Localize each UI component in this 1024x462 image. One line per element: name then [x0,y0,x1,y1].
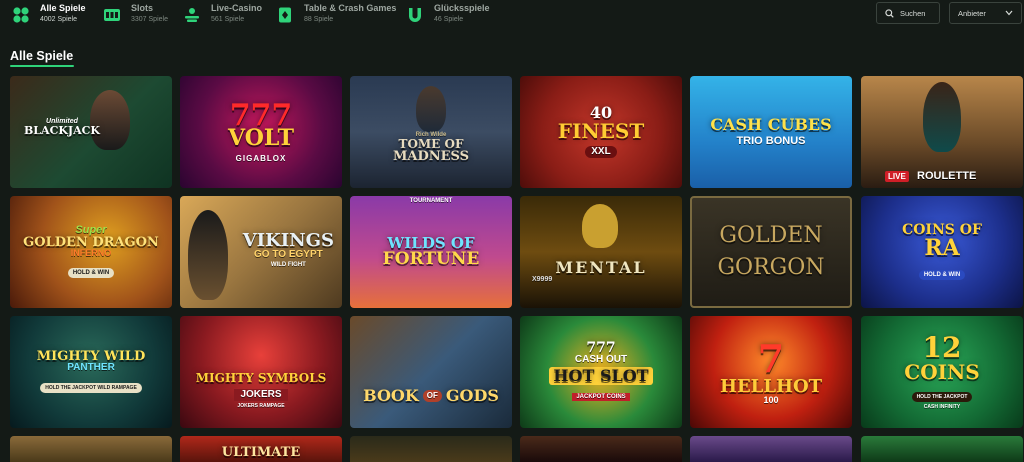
tile-text: WILD FIGHT [270,262,306,268]
nav-label: Slots [131,3,154,13]
game-tile-ultimate[interactable]: ULTIMATE [180,436,342,462]
tile-text: VIKINGS [242,230,334,251]
tile-text: X9999 [532,276,553,283]
tile-text: CASH OUT [574,354,628,365]
slot-machine-icon [103,6,121,24]
tile-text: ULTIMATE [221,444,301,460]
game-tile-live-roulette[interactable]: LIVE ROULETTE [861,76,1023,188]
nav-count: 46 Spiele [434,15,464,23]
tile-text: OF [422,390,442,402]
tile-text: FINEST [557,119,645,143]
horseshoe-icon [406,6,424,24]
nav-count: 3307 Spiele [131,15,168,23]
tile-text: TRIO BONUS [736,135,806,147]
nav-label: Alle Spiele [40,3,86,13]
tile-text: MADNESS [392,149,470,164]
nav-lottery-games[interactable]: Glücksspiele 46 Spiele [406,3,490,24]
game-tile-partial[interactable] [10,436,172,462]
game-tile-12-coins[interactable]: 12 COINS HOLD THE JACKPOT CASH INFINITY [861,316,1023,428]
tile-text: XXL [585,146,617,158]
game-tile-40-finest-xxl[interactable]: 40 FINEST XXL [520,76,682,188]
tile-text: TOURNAMENT [409,198,453,204]
game-tile-unlimited-blackjack[interactable]: Unlimited BLACKJACK [10,76,172,188]
tile-text: GORGON [717,255,825,280]
feature-badge: HOLD THE JACKPOT WILD RAMPAGE [40,383,142,393]
game-tile-book-of-gods[interactable]: BOOK OF GODS [350,316,512,428]
section-title: Alle Spiele [10,49,74,63]
live-badge: LIVE [885,171,909,182]
tile-text: MIGHTY SYMBOLS [195,370,327,385]
tile-text: PANTHER [67,362,115,373]
tile-text: ROULETTE [917,170,977,182]
nav-all-games[interactable]: Alle Spiele 4002 Spiele [12,3,86,24]
search-label: Suchen [900,8,926,18]
tile-text: INFERNO [70,248,112,258]
tile-text: CASH CUBES [710,115,832,134]
character-figure [416,86,446,132]
game-tile-vikings-go-to-egypt[interactable]: VIKINGS GO TO EGYPT WILD FIGHT [180,196,342,308]
dealer-figure [923,82,961,152]
nav-count: 88 Spiele [304,15,334,23]
category-navigation: Alle Spiele 4002 Spiele Slots 3307 Spiel… [0,0,1024,34]
game-tile-coins-of-ra[interactable]: COINS OF RA HOLD & WIN [861,196,1023,308]
tile-text: BOOK [363,386,419,405]
nav-label: Glücksspiele [434,3,490,13]
game-tile-tome-of-madness[interactable]: Rich Wilde TOME OF MADNESS [350,76,512,188]
game-tile-partial[interactable] [861,436,1023,462]
nav-slots[interactable]: Slots 3307 Spiele [103,3,168,24]
game-tile-partial[interactable] [690,436,852,462]
provider-dropdown[interactable]: Anbieter [949,2,1022,24]
provider-label: Anbieter [958,8,986,18]
game-tile-wilds-of-fortune[interactable]: TOURNAMENT WILDS OF FORTUNE [350,196,512,308]
tile-text: 7 [757,335,785,381]
character-figure [188,210,228,300]
game-tile-mighty-symbols-jokers[interactable]: MIGHTY SYMBOLS JOKERS JOKERS RAMPAGE [180,316,342,428]
nav-label: Live-Casino [211,3,263,13]
feature-badge: HOLD THE JACKPOT [911,392,973,402]
game-tile-partial[interactable] [350,436,512,462]
nav-count: 4002 Spiele [40,15,77,23]
nav-count: 561 Spiele [211,15,245,23]
tile-text: CASH INFINITY [923,404,961,410]
tile-text: RA [924,235,960,261]
tile-text: JOKERS RAMPAGE [237,402,285,409]
feature-badge: HOLD & WIN [918,270,966,280]
tile-text: VOLT [228,125,294,151]
game-tile-golden-gorgon[interactable]: GOLDEN GORGON [690,196,852,308]
clover-icon [12,6,30,24]
tile-text: HOT SLOT [549,367,653,385]
search-icon [885,8,894,18]
playing-card-icon [276,6,294,24]
tile-text: JACKPOT COINS [572,393,630,401]
tile-text: GOLDEN [719,223,823,248]
tile-text: MENTAL [555,258,647,277]
nav-live-casino[interactable]: Live-Casino 561 Spiele [183,3,263,24]
tile-text: GIGABLOX [235,154,287,163]
game-tile-777-volt[interactable]: 777 VOLT GIGABLOX [180,76,342,188]
tile-text: HELLHOT [719,375,823,397]
game-tile-cash-cubes[interactable]: CASH CUBES TRIO BONUS [690,76,852,188]
tile-text: GODS [445,386,499,405]
game-tile-mental[interactable]: MENTAL X9999 [520,196,682,308]
nav-label: Table & Crash Games [304,3,397,13]
tile-text: BLACKJACK [24,124,100,137]
game-tile-partial[interactable] [520,436,682,462]
feature-badge: HOLD & WIN [67,268,115,278]
game-tile-777-cash-out-hot-slot[interactable]: 777 CASH OUT HOT SLOT JACKPOT COINS [520,316,682,428]
character-figure [582,204,618,248]
tile-text: GO TO EGYPT [254,249,323,260]
search-button[interactable]: Suchen [876,2,940,24]
game-tile-hell-hot-100[interactable]: 7 HELLHOT 100 [690,316,852,428]
chevron-down-icon [1005,10,1013,16]
tile-text: FORTUNE [382,249,480,269]
live-dealer-icon [183,6,201,24]
tile-text: 777 [586,340,616,356]
tile-text: COINS [904,360,980,384]
nav-table-crash-games[interactable]: Table & Crash Games 88 Spiele [276,3,397,24]
game-tile-golden-dragon-inferno[interactable]: Super GOLDEN DRAGON INFERNO HOLD & WIN [10,196,172,308]
game-tile-mighty-wild-panther[interactable]: MIGHTY WILD PANTHER HOLD THE JACKPOT WIL… [10,316,172,428]
tile-text: JOKERS [234,388,288,401]
tile-text: 12 [922,331,962,364]
section-underline [10,65,74,67]
